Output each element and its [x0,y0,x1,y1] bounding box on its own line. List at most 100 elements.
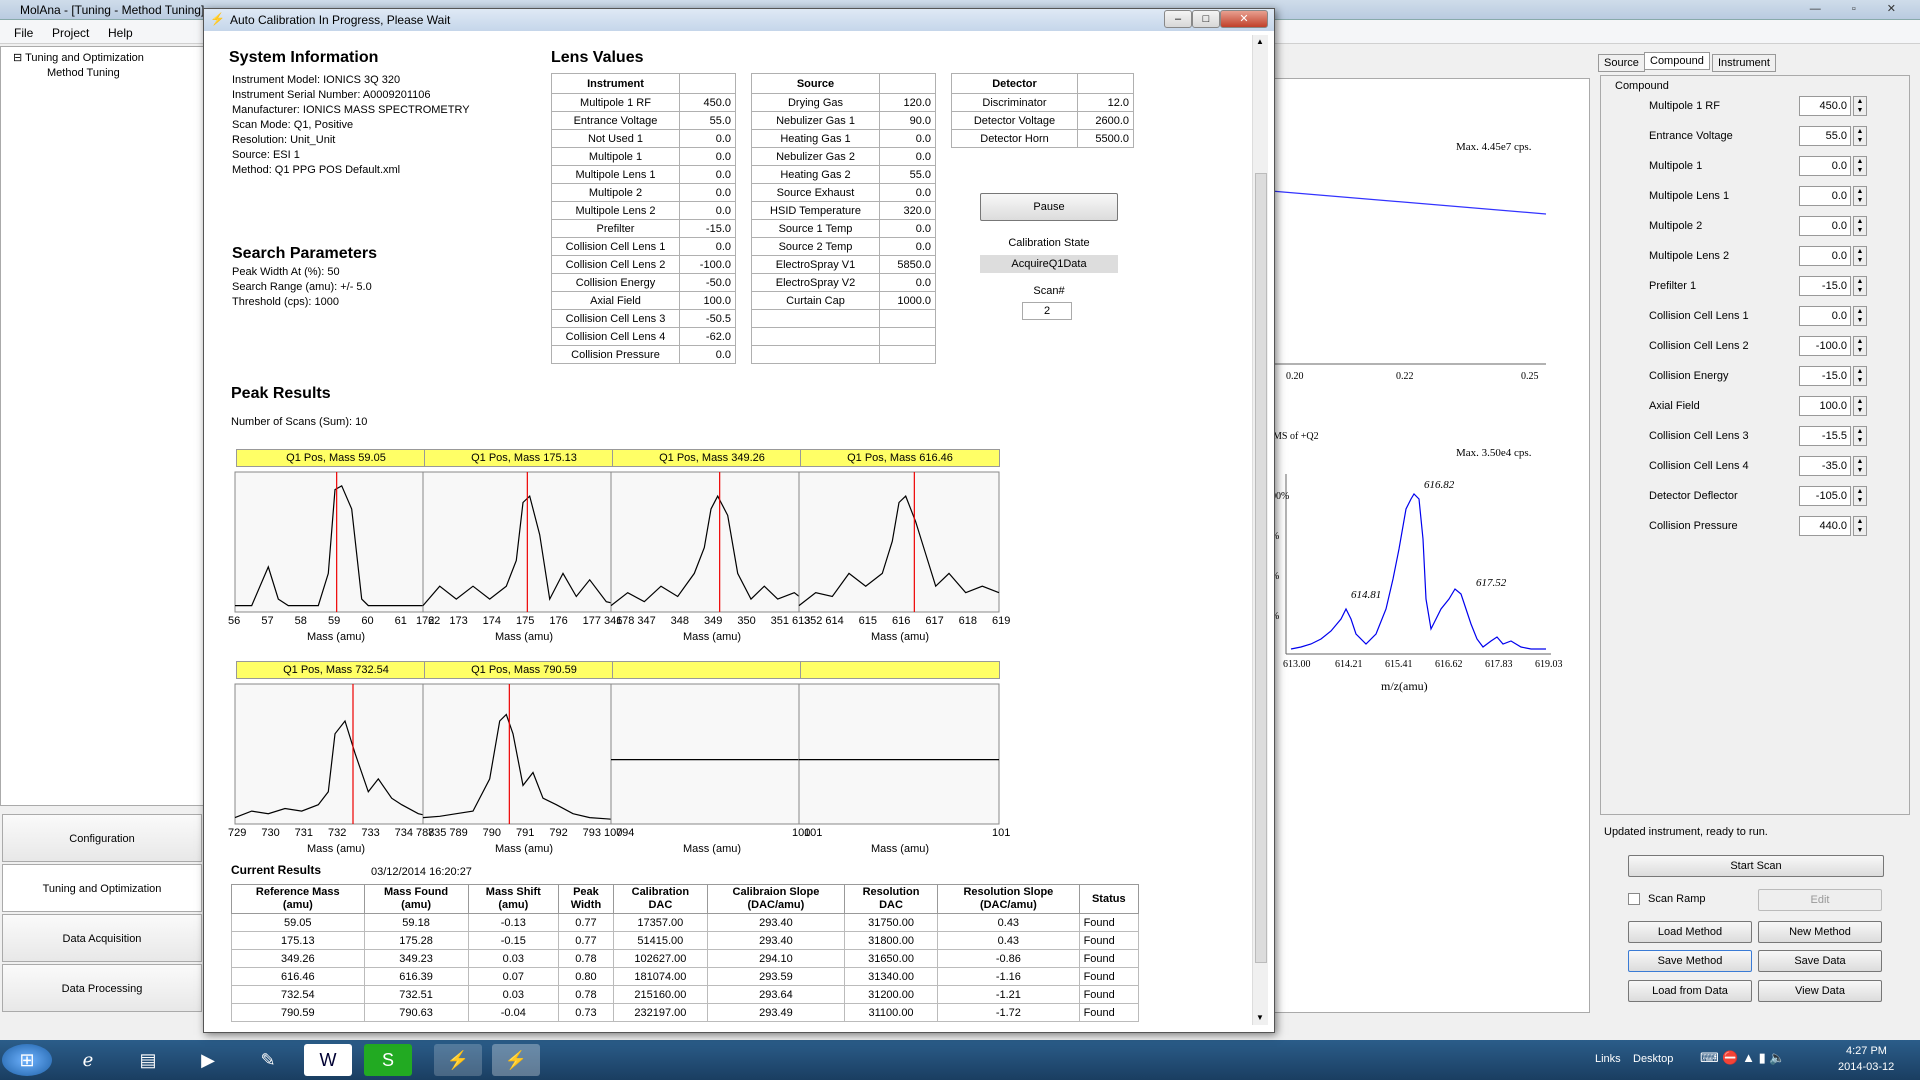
word-icon[interactable]: W [304,1044,352,1076]
nav-tuning[interactable]: Tuning and Optimization [2,864,202,912]
close-button[interactable]: ✕ [1220,10,1268,28]
clock-time[interactable]: 4:27 PM [1846,1045,1887,1057]
x-tick-label: 614 [825,615,844,627]
results-cell: 293.40 [706,931,845,950]
param-value-input[interactable]: 55.0 [1799,126,1851,146]
spinner-icon[interactable]: ▲ ▼ [1853,96,1867,116]
menu-project[interactable]: Project [52,26,89,40]
x-tick-label: 174 [482,615,502,627]
media-player-icon[interactable]: ▶ [184,1044,232,1076]
lens-name: Multipole 1 [551,147,680,166]
compound-param-row: Entrance Voltage 55.0 ▲ ▼ [1649,126,1879,146]
table-row: Source Exhaust 0.0 [751,183,936,202]
param-value-input[interactable]: 0.0 [1799,186,1851,206]
tab-instrument[interactable]: Instrument [1712,54,1776,72]
spinner-icon[interactable]: ▲ ▼ [1853,366,1867,386]
results-cell: 349.23 [363,949,469,968]
spinner-icon[interactable]: ▲ ▼ [1853,276,1867,296]
sheets-icon[interactable]: S [364,1044,412,1076]
spinner-icon[interactable]: ▲ ▼ [1853,336,1867,356]
x-tick-label: 60 [361,615,374,627]
param-value-input[interactable]: -15.0 [1799,366,1851,386]
maximize-button[interactable]: □ [1192,10,1220,28]
spinner-icon[interactable]: ▲ ▼ [1853,396,1867,416]
spinner-icon[interactable]: ▲ ▼ [1853,216,1867,236]
lens-name: Curtain Cap [751,291,880,310]
results-column-header: Peak Width [558,884,614,914]
spinner-icon[interactable]: ▲ ▼ [1853,156,1867,176]
scan-ramp-checkbox[interactable] [1628,893,1640,905]
menu-file[interactable]: File [14,26,33,40]
nav-data-processing[interactable]: Data Processing [2,964,202,1012]
new-method-button[interactable]: New Method [1758,921,1882,943]
window-controls[interactable]: — ▫ ✕ [1810,2,1910,15]
compound-param-row: Multipole 1 RF 450.0 ▲ ▼ [1649,96,1879,116]
tab-source[interactable]: Source [1598,54,1645,72]
param-value-input[interactable]: 0.0 [1799,306,1851,326]
lens-name: Entrance Voltage [551,111,680,130]
minimize-button[interactable]: – [1164,10,1192,28]
calibration-icon[interactable]: ⚡ [492,1044,540,1076]
tray-icons[interactable]: ⌨ ⛔ ▲ ▮ 🔈 [1700,1050,1786,1066]
clock-date[interactable]: 2014-03-12 [1838,1061,1894,1073]
edit-button[interactable]: Edit [1758,889,1882,911]
menu-help[interactable]: Help [108,26,133,40]
spinner-icon[interactable]: ▲ ▼ [1853,516,1867,536]
spinner-icon[interactable]: ▲ ▼ [1853,486,1867,506]
lens-name: Drying Gas [751,93,880,112]
param-value-input[interactable]: 0.0 [1799,216,1851,236]
param-value-input[interactable]: 450.0 [1799,96,1851,116]
view-data-button[interactable]: View Data [1758,980,1882,1002]
tree-item-tuning[interactable]: ⊟ Tuning and Optimization [13,51,144,64]
x-tick-label: 790 [482,827,502,839]
spinner-icon[interactable]: ▲ ▼ [1853,126,1867,146]
spinner-icon[interactable]: ▲ ▼ [1853,246,1867,266]
desktop-label[interactable]: Desktop [1633,1053,1673,1065]
param-value-input[interactable]: 0.0 [1799,156,1851,176]
pause-button[interactable]: Pause [980,193,1118,221]
x-tick-label: 349 [704,615,723,627]
explorer-icon[interactable]: ▤ [124,1044,172,1076]
links-label[interactable]: Links [1595,1053,1621,1065]
current-results-heading: Current Results [231,863,322,877]
results-column-header: Mass Found (amu) [363,884,469,914]
peak-label-3: 617.52 [1476,577,1507,589]
spinner-icon[interactable]: ▲ ▼ [1853,456,1867,476]
paint-icon[interactable]: ✎ [244,1044,292,1076]
load-from-data-button[interactable]: Load from Data [1628,980,1752,1002]
nav-configuration[interactable]: Configuration [2,814,202,862]
param-value-input[interactable]: -15.5 [1799,426,1851,446]
scroll-thumb[interactable] [1255,173,1267,963]
param-value-input[interactable]: 440.0 [1799,516,1851,536]
start-scan-button[interactable]: Start Scan [1628,855,1884,877]
tree-item-method-tuning[interactable]: Method Tuning [47,67,120,79]
x-axis-label: Mass (amu) [682,631,742,643]
search-params-heading: Search Parameters [232,245,377,262]
spinner-icon[interactable]: ▲ ▼ [1853,186,1867,206]
table-row: Detector Voltage 2600.0 [951,111,1134,130]
scroll-up-icon[interactable]: ▲ [1256,37,1264,46]
plot-area [234,683,436,825]
nav-data-acquisition[interactable]: Data Acquisition [2,914,202,962]
results-cell: 31650.00 [843,949,939,968]
table-row: Axial Field 100.0 [551,291,736,310]
ie-icon[interactable]: ℯ [64,1044,112,1076]
dialog-scrollbar[interactable]: ▲ ▼ [1252,35,1268,1025]
spinner-icon[interactable]: ▲ ▼ [1853,306,1867,326]
spinner-icon[interactable]: ▲ ▼ [1853,426,1867,446]
tab-compound[interactable]: Compound [1644,52,1710,70]
scroll-down-icon[interactable]: ▼ [1256,1013,1264,1022]
x-tick-label: 101 [992,827,1011,839]
param-value-input[interactable]: -15.0 [1799,276,1851,296]
save-data-button[interactable]: Save Data [1758,950,1882,972]
param-value-input[interactable]: 100.0 [1799,396,1851,416]
param-value-input[interactable]: -35.0 [1799,456,1851,476]
molana-icon[interactable]: ⚡ [434,1044,482,1076]
param-value-input[interactable]: -100.0 [1799,336,1851,356]
table-row: Collision Cell Lens 4 -62.0 [551,327,736,346]
load-method-button[interactable]: Load Method [1628,921,1752,943]
param-value-input[interactable]: 0.0 [1799,246,1851,266]
save-method-button[interactable]: Save Method [1628,950,1752,972]
param-value-input[interactable]: -105.0 [1799,486,1851,506]
start-icon[interactable]: ⊞ [2,1044,52,1076]
